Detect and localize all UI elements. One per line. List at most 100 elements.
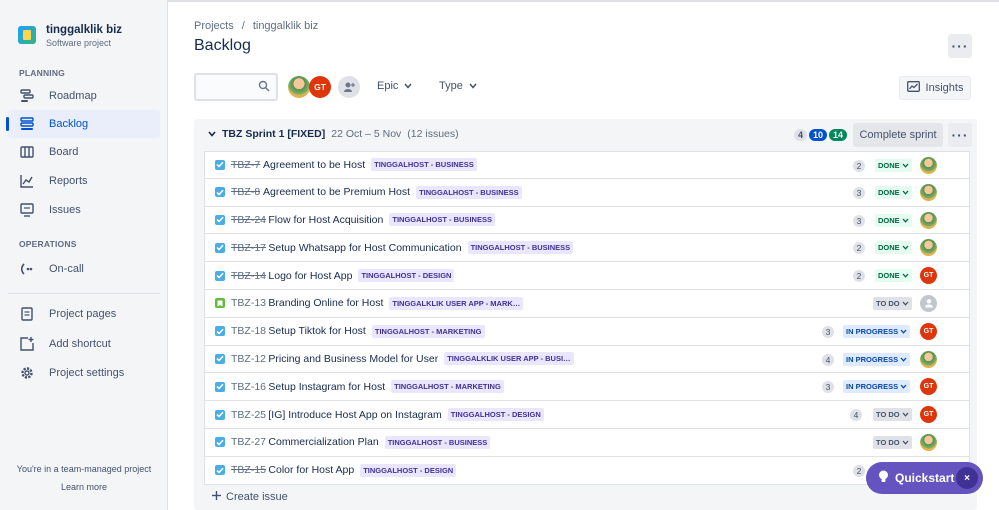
assignee-avatar[interactable] [920,183,937,201]
create-issue-button[interactable]: Create issue [212,491,288,503]
assignee-avatar[interactable] [920,211,937,229]
story-points-badge[interactable]: 2 [853,270,865,283]
issue-key[interactable]: TBZ-13 [231,297,266,309]
story-points-badge[interactable]: 3 [853,186,865,199]
issue-row[interactable]: TBZ-8 Agreement to be Premium Host TINGGAL… [204,178,970,207]
epic-lozenge[interactable]: TINGGALKLIK USER APP - BUSI… [444,352,574,366]
issue-row[interactable]: TBZ-7 Agreement to be Host TINGGALHOST - B… [204,151,970,179]
epic-lozenge[interactable]: TINGGALHOST - BUSINESS [371,158,477,172]
avatar-filter-user[interactable] [288,76,310,98]
issue-key[interactable]: TBZ-17 [231,242,266,254]
status-dropdown[interactable]: IN PROGRESS [843,380,911,394]
story-points-badge[interactable]: 4 [850,409,862,422]
sidebar-item-roadmap[interactable]: Roadmap [8,82,160,110]
status-dropdown[interactable]: TO DO [873,435,912,449]
issue-summary[interactable]: Pricing and Business Model for User [268,353,438,365]
issue-row[interactable]: TBZ-25 [IG] Introduce Host App on Instagr… [204,401,970,429]
issue-key[interactable]: TBZ-12 [231,353,266,365]
sidebar-item-reports[interactable]: Reports [8,167,160,195]
issue-summary[interactable]: Commercialization Plan [268,436,378,448]
complete-sprint-button[interactable]: Complete sprint [853,123,943,147]
epic-lozenge[interactable]: TINGGALHOST - DESIGN [447,408,544,422]
sidebar-item-project-pages[interactable]: Project pages [8,300,160,328]
issue-summary[interactable]: Agreement to be Premium Host [263,186,410,198]
issue-key[interactable]: TBZ-18 [231,325,266,337]
issue-row[interactable]: TBZ-17 Setup Whatsapp for Host Communicat… [204,234,970,263]
issue-summary[interactable]: Agreement to be Host [263,159,365,171]
issue-row[interactable]: TBZ-24 Flow for Host Acquisition TINGGALHO… [204,206,970,235]
story-points-badge[interactable]: 2 [853,242,865,255]
breadcrumb-project[interactable]: tinggalklik biz [253,20,318,32]
status-dropdown[interactable]: DONE [875,185,912,199]
sidebar-item-project-settings[interactable]: Project settings [8,359,160,387]
issue-row[interactable]: TBZ-15 Color for Host App TINGGALHOST - DE… [204,456,970,485]
sidebar-item-issues[interactable]: Issues [8,196,160,224]
sidebar-item-add-shortcut[interactable]: Add shortcut [8,330,160,358]
issue-key[interactable]: TBZ-7 [231,159,260,171]
epic-lozenge[interactable]: TINGGALHOST - BUSINESS [467,241,574,255]
issue-key[interactable]: TBZ-8 [231,186,260,198]
status-dropdown[interactable]: IN PROGRESS [843,352,911,366]
issue-row[interactable]: TBZ-14 Logo for Host App TINGGALHOST - DES… [204,262,970,290]
issue-row[interactable]: TBZ-12 Pricing and Business Model for Use… [204,345,970,374]
search-input[interactable] [194,73,278,101]
add-people-icon[interactable] [338,76,360,98]
project-header[interactable]: tinggalklik biz Software project [18,24,122,48]
story-points-badge[interactable]: 2 [853,464,865,477]
assignee-avatar[interactable]: GT [920,267,937,285]
status-dropdown[interactable]: DONE [875,241,912,255]
epic-lozenge[interactable]: TINGGALHOST - BUSINESS [389,213,495,227]
status-dropdown[interactable]: DONE [875,159,912,172]
sprint-header[interactable]: TBZ Sprint 1 [FIXED] 22 Oct – 5 Nov (12 … [208,128,459,140]
issue-summary[interactable]: Color for Host App [268,464,354,476]
issue-row[interactable]: TBZ-27 Commercialization Plan TINGGALHOST … [204,428,970,457]
sprint-more-button[interactable]: ··· [948,123,972,147]
status-dropdown[interactable]: DONE [875,269,912,283]
epic-lozenge[interactable]: TINGGALHOST - DESIGN [360,463,457,477]
status-dropdown[interactable]: TO DO [873,296,912,310]
type-filter-dropdown[interactable]: Type [439,80,477,92]
story-points-badge[interactable]: 3 [822,325,834,338]
epic-lozenge[interactable]: TINGGALHOST - BUSINESS [416,185,522,199]
issue-summary[interactable]: Setup Tiktok for Host [268,325,365,337]
issue-summary[interactable]: Flow for Host Acquisition [268,214,383,226]
issue-key[interactable]: TBZ-16 [231,381,266,393]
issue-summary[interactable]: Branding Online for Host [268,297,383,309]
assignee-avatar[interactable] [920,239,937,257]
story-points-badge[interactable]: 3 [822,381,834,394]
assignee-avatar[interactable]: GT [920,322,937,340]
sidebar-item-on-call[interactable]: On-call [8,255,160,283]
issue-key[interactable]: TBZ-25 [231,409,266,421]
assignee-avatar[interactable]: GT [920,378,937,396]
issue-summary[interactable]: Logo for Host App [268,270,352,282]
sidebar-item-board[interactable]: Board [8,138,160,166]
issue-key[interactable]: TBZ-14 [231,270,266,282]
epic-lozenge[interactable]: TINGGALKLIK USER APP - MARK… [389,296,524,310]
page-more-button[interactable]: ··· [948,34,972,58]
issue-summary[interactable]: Setup Whatsapp for Host Communication [268,242,461,254]
story-points-badge[interactable]: 4 [822,353,834,366]
epic-lozenge[interactable]: TINGGALHOST - MARKETING [371,324,485,338]
quickstart-button[interactable]: Quickstart × [866,462,983,494]
unassigned-avatar-icon[interactable] [920,294,937,312]
issue-key[interactable]: TBZ-15 [231,464,266,476]
learn-more-link[interactable]: Learn more [0,482,168,492]
assignee-avatar[interactable] [920,433,937,451]
sidebar-item-backlog[interactable]: Backlog [6,110,160,138]
issue-row[interactable]: TBZ-18 Setup Tiktok for Host TINGGALHOST -… [204,317,970,346]
issue-key[interactable]: TBZ-24 [231,214,266,226]
issue-row[interactable]: TBZ-16 Setup Instagram for Host TINGGALHOS… [204,373,970,402]
epic-lozenge[interactable]: TINGGALHOST - MARKETING [391,380,504,394]
breadcrumb-projects[interactable]: Projects [194,20,234,32]
avatar-filter-gt[interactable]: GT [309,76,331,98]
story-points-badge[interactable]: 3 [853,214,865,227]
close-icon[interactable]: × [956,467,978,489]
epic-filter-dropdown[interactable]: Epic [377,80,412,92]
assignee-avatar[interactable]: GT [920,406,937,424]
insights-button[interactable]: Insights [899,76,971,100]
status-dropdown[interactable]: TO DO [873,408,912,422]
assignee-avatar[interactable] [920,157,937,174]
story-points-badge[interactable]: 2 [853,160,865,172]
issue-key[interactable]: TBZ-27 [231,436,266,448]
issue-summary[interactable]: [IG] Introduce Host App on Instagram [268,409,441,421]
